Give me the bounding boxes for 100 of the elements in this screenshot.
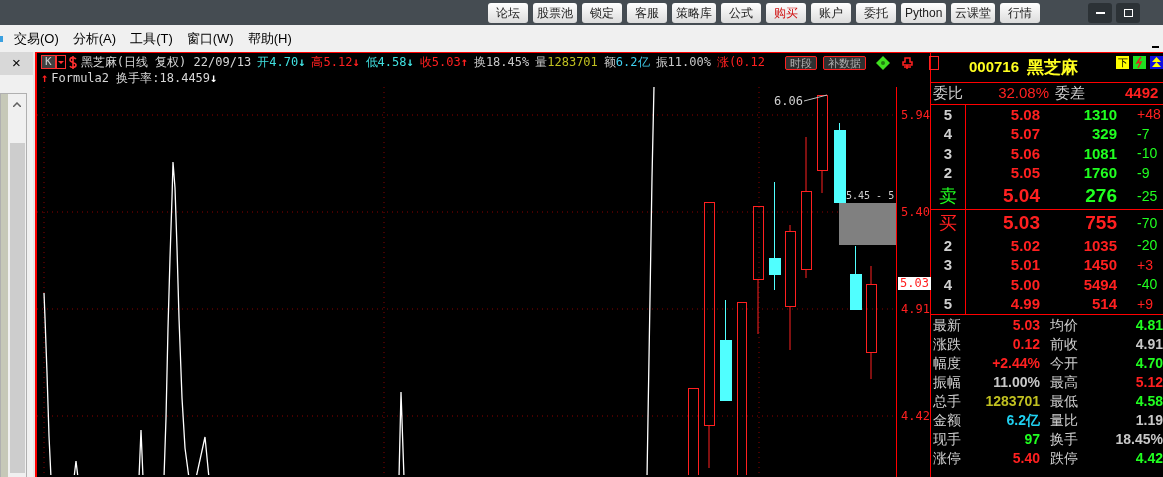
order-change: +9 bbox=[1137, 294, 1153, 314]
stat-value: +2.44% bbox=[991, 355, 1040, 372]
toolbar-button[interactable]: 购买 bbox=[766, 2, 806, 23]
toolbar-button[interactable]: 客服 bbox=[627, 2, 667, 23]
stat-value: 11.00% bbox=[992, 374, 1040, 391]
stat-label: 振幅 bbox=[933, 374, 962, 391]
quote-label: 收 bbox=[419, 54, 432, 70]
toolbar-button[interactable]: 账户 bbox=[811, 2, 851, 23]
quote-label: 涨 bbox=[716, 54, 729, 70]
order-price: 5.04 bbox=[1002, 183, 1040, 208]
stamp-icon[interactable] bbox=[902, 57, 913, 69]
quote-label: 振 bbox=[655, 54, 668, 70]
stat-value: 5.03 bbox=[1011, 317, 1040, 334]
app-icon bbox=[0, 35, 3, 42]
panel-toggle-icon[interactable] bbox=[929, 56, 939, 70]
toolbar-button[interactable]: 云课堂 bbox=[951, 2, 996, 23]
stat-label: 换手 bbox=[1050, 431, 1078, 448]
toolbar-button[interactable]: 论坛 bbox=[488, 2, 528, 23]
order-change: -7 bbox=[1137, 124, 1150, 144]
order-change: +48 bbox=[1137, 105, 1161, 125]
menu-item[interactable]: 工具(T) bbox=[130, 28, 173, 49]
quote-value: (0.12 bbox=[728, 54, 765, 70]
menu-item[interactable]: 帮助(H) bbox=[247, 28, 292, 49]
double-up-icon[interactable] bbox=[1150, 56, 1163, 69]
scrollbar[interactable] bbox=[0, 92, 27, 477]
menu-item[interactable]: 交易(O) bbox=[14, 28, 59, 49]
stat-value: 4.42 bbox=[1134, 450, 1163, 467]
stat-value: 5.12 bbox=[1134, 374, 1163, 391]
stat-label: 跌停 bbox=[1050, 450, 1078, 467]
order-level: 4 bbox=[931, 124, 966, 144]
stat-value: 4.81 bbox=[1134, 317, 1163, 334]
quote-value: 1283701 bbox=[547, 54, 598, 70]
toolbar-button[interactable]: 策略库 bbox=[672, 2, 716, 23]
high-price-label: 6.06 bbox=[774, 95, 803, 107]
stat-label: 最高 bbox=[1050, 374, 1078, 391]
order-level: 2 bbox=[931, 163, 966, 183]
trend-arrow: ↓ bbox=[298, 54, 306, 70]
order-volume: 1081 bbox=[1082, 143, 1117, 164]
order-level: 3 bbox=[931, 144, 966, 164]
stat-value: 4.91 bbox=[1134, 336, 1163, 353]
candlestick bbox=[850, 245, 862, 310]
order-change: -25 bbox=[1137, 186, 1158, 206]
order-price: 5.02 bbox=[1009, 235, 1040, 256]
period-button[interactable]: K bbox=[41, 55, 56, 69]
up-arrow: ↑ bbox=[41, 70, 49, 86]
diff-value: 4492 bbox=[1125, 83, 1159, 104]
range-label: 5.45 - 5 bbox=[846, 190, 895, 201]
order-price: 5.03 bbox=[1002, 210, 1040, 235]
toolbar-button[interactable]: Python bbox=[901, 2, 947, 23]
stat-label: 幅度 bbox=[933, 355, 962, 372]
chart-tool-button[interactable]: 补数据 bbox=[823, 56, 866, 70]
lightning-icon[interactable] bbox=[1133, 56, 1146, 69]
order-price: 5.01 bbox=[1009, 255, 1040, 275]
axis-label: 5.40 bbox=[901, 206, 930, 218]
order-volume: 5494 bbox=[1082, 274, 1117, 295]
menu-item[interactable]: 分析(A) bbox=[72, 28, 117, 49]
toolbar-button[interactable]: 委托 bbox=[856, 2, 896, 23]
menu-item[interactable]: 窗口(W) bbox=[186, 28, 234, 49]
dropdown-icon[interactable] bbox=[55, 55, 66, 69]
stock-name: 黑芝麻 bbox=[1027, 56, 1079, 79]
axis-label: 4.91 bbox=[901, 303, 930, 315]
quote-label: 额 bbox=[603, 54, 616, 70]
order-volume: 514 bbox=[1090, 294, 1117, 314]
stat-value: 5.40 bbox=[1011, 450, 1040, 467]
quote-label: 低 bbox=[365, 54, 378, 70]
order-price: 4.99 bbox=[1009, 294, 1040, 314]
minimize-icon[interactable] bbox=[1088, 2, 1113, 23]
quote-label: 量 bbox=[535, 54, 548, 70]
toolbar-button[interactable]: 锁定 bbox=[582, 2, 622, 23]
scroll-up-icon[interactable] bbox=[13, 101, 21, 107]
maximize-icon[interactable] bbox=[1116, 2, 1141, 23]
order-change: -9 bbox=[1137, 163, 1150, 183]
sell-signal-icon[interactable]: 下 bbox=[1116, 56, 1129, 69]
quote-label: 开 bbox=[257, 54, 270, 70]
order-level: 4 bbox=[931, 275, 966, 295]
toolbar-button[interactable]: 行情 bbox=[1000, 2, 1041, 23]
chart-title: 黑芝麻(日线 复权) 22/09/13 bbox=[80, 54, 252, 70]
stat-label: 最低 bbox=[1050, 393, 1078, 410]
order-volume: 276 bbox=[1084, 183, 1117, 208]
chart-tool-button[interactable]: 时段 bbox=[785, 56, 817, 70]
trend-arrow: ↓ bbox=[352, 54, 360, 70]
order-level: 5 bbox=[931, 294, 966, 314]
down-arrow: ↓ bbox=[210, 70, 218, 86]
order-volume: 329 bbox=[1090, 124, 1117, 144]
stat-value: 0.12 bbox=[1011, 336, 1040, 353]
toolbar-button[interactable]: 股票池 bbox=[533, 2, 577, 23]
diamond-icon[interactable] bbox=[876, 56, 890, 70]
stat-value: 97 bbox=[1023, 431, 1040, 448]
trend-arrow: ↓ bbox=[406, 54, 414, 70]
toolbar-button[interactable]: 公式 bbox=[721, 2, 761, 23]
axis-label: 5.94 bbox=[901, 109, 930, 121]
stat-value: 4.70 bbox=[1134, 355, 1163, 372]
order-price: 5.07 bbox=[1009, 124, 1040, 144]
order-volume: 1450 bbox=[1082, 255, 1117, 275]
quote-value: 11.00% bbox=[667, 54, 711, 70]
stat-label: 量比 bbox=[1050, 412, 1078, 429]
quote-value: 5.12 bbox=[323, 54, 353, 70]
stat-label: 涨停 bbox=[933, 450, 962, 467]
order-level: 卖 bbox=[931, 183, 966, 209]
dollar-icon bbox=[68, 55, 77, 69]
